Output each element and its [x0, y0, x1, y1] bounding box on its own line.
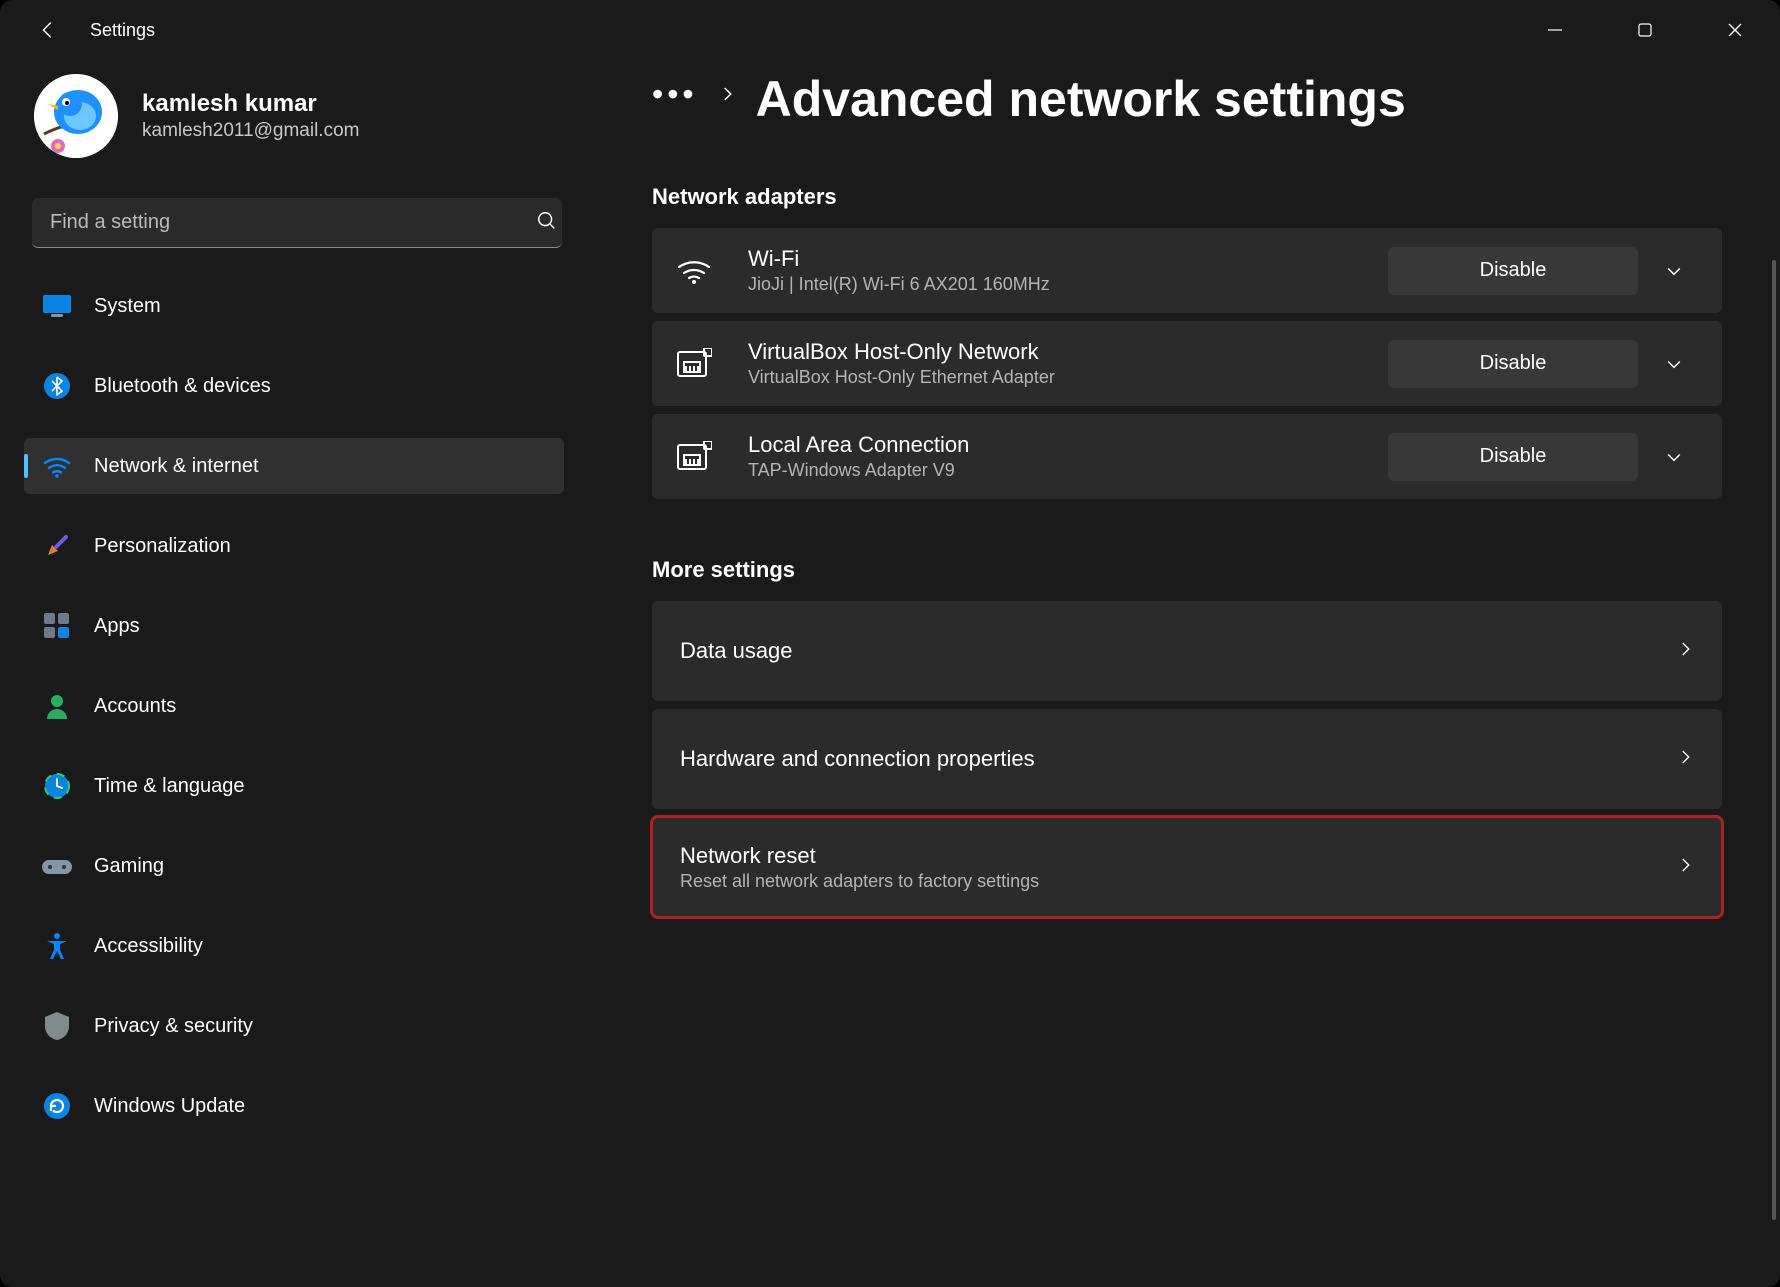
scrollbar[interactable]	[1772, 260, 1776, 1220]
adapter-desc: JioJi | Intel(R) Wi-Fi 6 AX201 160MHz	[748, 274, 1388, 295]
disable-button[interactable]: Disable	[1388, 433, 1638, 481]
more-item-title: Hardware and connection properties	[680, 746, 1698, 772]
sidebar-item-system[interactable]: System	[24, 278, 564, 334]
disable-button[interactable]: Disable	[1388, 247, 1638, 295]
wifi-icon	[42, 451, 72, 481]
profile-email: kamlesh2011@gmail.com	[142, 120, 359, 142]
search-icon	[536, 210, 558, 237]
sidebar-item-update[interactable]: Windows Update	[24, 1078, 564, 1134]
search-input[interactable]	[32, 198, 562, 248]
sidebar-item-time[interactable]: Time & language	[24, 758, 564, 814]
sidebar-item-bluetooth[interactable]: Bluetooth & devices	[24, 358, 564, 414]
clock-globe-icon	[42, 771, 72, 801]
sidebar-item-privacy[interactable]: Privacy & security	[24, 998, 564, 1054]
maximize-button[interactable]	[1600, 0, 1690, 60]
more-item-data-usage[interactable]: Data usage	[652, 601, 1722, 701]
sidebar-item-apps[interactable]: Apps	[24, 598, 564, 654]
apps-icon	[42, 611, 72, 641]
app-title: Settings	[90, 20, 155, 41]
sidebar-item-label: Network & internet	[94, 455, 259, 478]
section-adapters-title: Network adapters	[652, 184, 1780, 210]
profile-name: kamlesh kumar	[142, 90, 359, 118]
expand-button[interactable]	[1650, 340, 1698, 388]
more-item-title: Data usage	[680, 638, 1698, 664]
paintbrush-icon	[42, 531, 72, 561]
sidebar-item-label: Privacy & security	[94, 1015, 253, 1038]
sidebar-item-label: Time & language	[94, 775, 244, 798]
back-button[interactable]	[28, 10, 68, 50]
chevron-right-icon	[1676, 640, 1694, 663]
more-item-title: Network reset	[680, 843, 1698, 869]
sidebar-item-label: Accessibility	[94, 935, 203, 958]
update-icon	[42, 1091, 72, 1121]
expand-button[interactable]	[1650, 247, 1698, 295]
person-icon	[42, 691, 72, 721]
sidebar-item-accounts[interactable]: Accounts	[24, 678, 564, 734]
expand-button[interactable]	[1650, 433, 1698, 481]
breadcrumb-overflow-button[interactable]: •••	[652, 78, 698, 120]
shield-icon	[42, 1011, 72, 1041]
sidebar: kamlesh kumar kamlesh2011@gmail.com Syst…	[24, 60, 602, 1287]
adapter-name: Wi-Fi	[748, 246, 1388, 272]
sidebar-item-label: Accounts	[94, 695, 176, 718]
adapter-name: VirtualBox Host-Only Network	[748, 339, 1388, 365]
main-content: ••• Advanced network settings Network ad…	[602, 60, 1780, 1287]
display-icon	[42, 291, 72, 321]
adapter-row-virtualbox[interactable]: VirtualBox Host-Only Network VirtualBox …	[652, 321, 1722, 406]
sidebar-item-accessibility[interactable]: Accessibility	[24, 918, 564, 974]
avatar	[34, 74, 118, 158]
chevron-right-icon	[1676, 748, 1694, 771]
sidebar-item-label: Apps	[94, 615, 140, 638]
chevron-right-icon	[718, 85, 736, 114]
sidebar-item-personalization[interactable]: Personalization	[24, 518, 564, 574]
adapter-desc: VirtualBox Host-Only Ethernet Adapter	[748, 367, 1388, 388]
section-more-title: More settings	[652, 557, 1780, 583]
accessibility-icon	[42, 931, 72, 961]
chevron-right-icon	[1676, 856, 1694, 879]
page-title: Advanced network settings	[756, 70, 1406, 128]
sidebar-item-label: Personalization	[94, 535, 231, 558]
more-item-desc: Reset all network adapters to factory se…	[680, 871, 1698, 892]
titlebar: Settings	[0, 0, 1780, 60]
sidebar-item-label: Gaming	[94, 855, 164, 878]
bluetooth-icon	[42, 371, 72, 401]
more-item-hardware[interactable]: Hardware and connection properties	[652, 709, 1722, 809]
sidebar-item-label: Bluetooth & devices	[94, 375, 271, 398]
ethernet-icon	[676, 441, 748, 473]
sidebar-item-gaming[interactable]: Gaming	[24, 838, 564, 894]
ethernet-icon	[676, 348, 748, 380]
wifi-icon	[676, 257, 748, 285]
gamepad-icon	[42, 851, 72, 881]
minimize-button[interactable]	[1510, 0, 1600, 60]
adapter-name: Local Area Connection	[748, 432, 1388, 458]
adapter-row-lan[interactable]: Local Area Connection TAP-Windows Adapte…	[652, 414, 1722, 499]
disable-button[interactable]: Disable	[1388, 340, 1638, 388]
sidebar-item-network[interactable]: Network & internet	[24, 438, 564, 494]
sidebar-item-label: System	[94, 295, 161, 318]
profile[interactable]: kamlesh kumar kamlesh2011@gmail.com	[24, 60, 586, 198]
adapter-desc: TAP-Windows Adapter V9	[748, 460, 1388, 481]
close-button[interactable]	[1690, 0, 1780, 60]
sidebar-item-label: Windows Update	[94, 1095, 245, 1118]
adapter-row-wifi[interactable]: Wi-Fi JioJi | Intel(R) Wi-Fi 6 AX201 160…	[652, 228, 1722, 313]
more-item-network-reset[interactable]: Network reset Reset all network adapters…	[652, 817, 1722, 917]
